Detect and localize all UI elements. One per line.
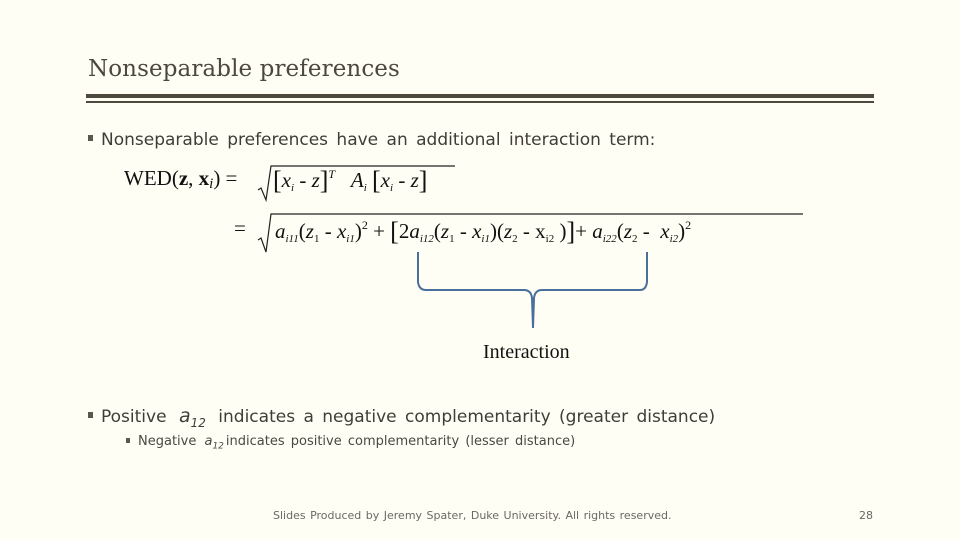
bullet-text: Nonseparable preferences have an additio… — [101, 130, 656, 150]
curly-brace-icon — [417, 252, 648, 329]
equation-wed-lhs: WED(z, xi) = — [124, 166, 238, 192]
equation-equals: = — [234, 216, 246, 240]
bullet-square-icon — [88, 412, 93, 418]
brace-label-interaction: Interaction — [483, 341, 570, 363]
title-rule-thin — [86, 101, 874, 103]
slide: Nonseparable preferences Nonseparable pr… — [0, 0, 960, 540]
bullet-positive-a12: Positive a12 indicates a negative comple… — [88, 405, 715, 430]
footer-credit: Slides Produced by Jeremy Spater, Duke U… — [273, 509, 672, 522]
subbullet-negative-a12: Negative a12 indicates positive complemen… — [126, 434, 575, 452]
bullet-square-icon — [126, 438, 130, 443]
bullet-square-icon — [88, 135, 93, 141]
bullet-nonseparable: Nonseparable preferences have an additio… — [88, 130, 655, 150]
title-rule-thick — [86, 94, 874, 98]
slide-title: Nonseparable preferences — [88, 56, 400, 82]
symbol-a12: a12 — [204, 434, 224, 452]
radicand-2: ai11(z1 - xi1)2 + [2ai12(z1 - xi1)(z2 - … — [275, 217, 692, 246]
radicand-1: [xi - z]T Ai [xi - z] — [273, 166, 428, 195]
page-number: 28 — [859, 509, 873, 522]
equation-wed-rhs: [xi - z]T Ai [xi - z] — [257, 164, 457, 202]
symbol-a12: a12 — [178, 405, 206, 430]
